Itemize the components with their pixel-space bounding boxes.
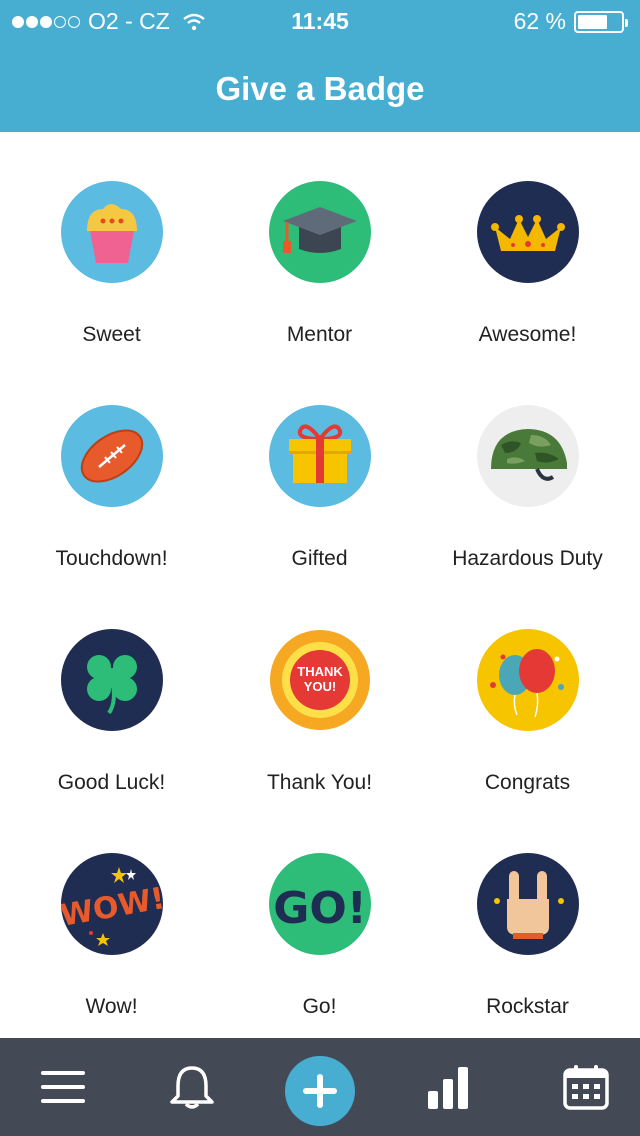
cupcake-icon bbox=[60, 181, 163, 283]
gift-icon bbox=[268, 405, 371, 507]
badge-congrats[interactable]: Congrats bbox=[421, 629, 634, 795]
you-text: YOU! bbox=[303, 679, 336, 694]
clover-icon bbox=[60, 629, 163, 731]
wow-icon: WOW! bbox=[60, 853, 163, 955]
badge-go[interactable]: GO! Go! bbox=[213, 853, 426, 1019]
battery-percent: 62 % bbox=[513, 8, 566, 34]
badge-awesome[interactable]: Awesome! bbox=[421, 181, 634, 347]
page-title: Give a Badge bbox=[215, 70, 425, 107]
go-icon: GO! bbox=[268, 853, 371, 955]
badge-label: Rockstar bbox=[486, 995, 569, 1018]
badge-label: Thank You! bbox=[266, 771, 373, 794]
header: O2 - CZ 11:45 62 % Give a Badge bbox=[0, 0, 640, 132]
badge-label: Mentor bbox=[286, 323, 353, 346]
badge-good-luck[interactable]: Good Luck! bbox=[5, 629, 218, 795]
menu-icon[interactable] bbox=[33, 1060, 93, 1114]
badge-mentor[interactable]: Mentor bbox=[213, 181, 426, 347]
thank-you-seal-icon: THANK YOU! bbox=[268, 629, 371, 731]
badge-label: Awesome! bbox=[478, 323, 577, 346]
badge-thank-you[interactable]: THANK YOU! Thank You! bbox=[213, 629, 426, 795]
badge-wow[interactable]: WOW! Wow! bbox=[5, 853, 218, 1019]
football-icon bbox=[60, 405, 163, 507]
badge-gifted[interactable]: Gifted bbox=[213, 405, 426, 571]
badge-label: Congrats bbox=[484, 771, 571, 794]
badge-label: Touchdown! bbox=[55, 547, 168, 570]
badge-rockstar[interactable]: Rockstar bbox=[421, 853, 634, 1019]
badge-sweet[interactable]: Sweet bbox=[5, 181, 218, 347]
badge-hazardous-duty[interactable]: Hazardous Duty bbox=[421, 405, 634, 571]
bell-icon[interactable] bbox=[162, 1060, 222, 1114]
badge-label: Go! bbox=[302, 995, 337, 1018]
crown-icon bbox=[476, 181, 579, 283]
tab-bar bbox=[0, 1038, 640, 1136]
badge-label: Gifted bbox=[291, 547, 348, 570]
go-text: GO! bbox=[273, 883, 367, 934]
balloons-icon bbox=[476, 629, 579, 731]
thank-text: THANK bbox=[297, 664, 343, 679]
rock-hand-icon bbox=[476, 853, 579, 955]
battery-icon bbox=[574, 10, 628, 33]
badge-touchdown[interactable]: Touchdown! bbox=[5, 405, 218, 571]
badge-label: Hazardous Duty bbox=[452, 547, 603, 570]
plus-icon[interactable] bbox=[285, 1056, 355, 1126]
stats-icon[interactable] bbox=[418, 1060, 478, 1114]
helmet-icon bbox=[476, 405, 579, 507]
badge-label: Wow! bbox=[85, 995, 138, 1018]
status-bar: O2 - CZ 11:45 62 % bbox=[0, 0, 640, 40]
badge-label: Good Luck! bbox=[57, 771, 166, 794]
calendar-icon[interactable] bbox=[556, 1060, 616, 1114]
badge-label: Sweet bbox=[82, 323, 141, 346]
graduation-cap-icon bbox=[268, 181, 371, 283]
